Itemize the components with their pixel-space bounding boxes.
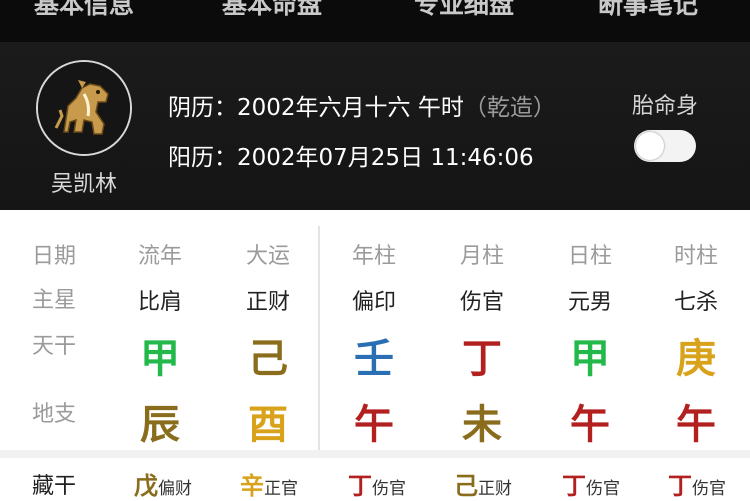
row-label-tiangan: 天干 xyxy=(31,334,76,359)
lunar-label: 阴历： xyxy=(168,95,237,121)
hidden-stem-cell: 戊偏财 xyxy=(118,466,208,501)
hidden-stem-cell: 己正财 xyxy=(438,466,528,501)
tab-basic-info[interactable]: 基本信息 xyxy=(34,0,134,22)
heavenly-stem[interactable]: 庚 xyxy=(664,326,728,384)
main-star: 伤官 xyxy=(459,290,504,315)
header-date: 日期 xyxy=(31,244,76,269)
earthly-branch[interactable]: 午 xyxy=(558,392,622,450)
main-star: 偏印 xyxy=(351,290,396,315)
row-label-main-star: 主星 xyxy=(31,288,76,313)
lunar-date: 阴历：2002年六月十六 午时（乾造） xyxy=(168,88,556,122)
hidden-stem-god: 正财 xyxy=(478,479,512,499)
taimingshen-toggle[interactable] xyxy=(634,130,696,162)
hidden-stem-god: 偏财 xyxy=(158,479,192,499)
hidden-stem: 辛 xyxy=(240,472,264,500)
gender-tag: （乾造） xyxy=(463,95,556,121)
toggle-label: 胎命身 xyxy=(632,94,699,119)
earthly-branch[interactable]: 未 xyxy=(450,392,514,450)
hidden-stem-god: 伤官 xyxy=(692,479,726,499)
hidden-stem-cell: 辛正官 xyxy=(224,466,314,501)
bazi-chart: 日期 流年 大运 年柱 月柱 日柱 时柱 主星 比肩 正财 偏印 伤官 元男 七… xyxy=(0,210,750,500)
header-year-pillar: 年柱 xyxy=(351,244,396,269)
row-label-canggan: 藏干 xyxy=(31,474,76,499)
hidden-stem-cell: 丁伤官 xyxy=(546,466,636,501)
section-divider xyxy=(0,450,750,458)
zodiac-horse-icon xyxy=(38,62,130,154)
hidden-stem: 己 xyxy=(454,472,478,500)
tab-notes[interactable]: 断事笔记 xyxy=(598,0,698,22)
top-tab-bar: 基本信息 基本命盘 专业细盘 断事笔记 xyxy=(0,0,750,42)
hidden-stem-cell: 丁伤官 xyxy=(332,466,422,501)
row-label-dizhi: 地支 xyxy=(31,402,76,427)
header-day-pillar: 日柱 xyxy=(567,244,612,269)
toggle-knob[interactable] xyxy=(636,132,664,160)
main-star: 元男 xyxy=(567,290,612,315)
tab-basic-chart[interactable]: 基本命盘 xyxy=(222,0,322,22)
main-star: 七杀 xyxy=(673,290,718,315)
earthly-branch[interactable]: 午 xyxy=(342,392,406,450)
profile-header: 吴凯林 阴历：2002年六月十六 午时（乾造） 阳历：2002年07月25日 1… xyxy=(0,42,750,210)
column-divider xyxy=(318,226,320,450)
solar-value: 2002年07月25日 11:46:06 xyxy=(237,145,534,171)
hidden-stem-cell: 丁伤官 xyxy=(652,466,742,501)
solar-label: 阳历： xyxy=(168,145,237,171)
solar-date: 阳历：2002年07月25日 11:46:06 xyxy=(168,138,534,172)
heavenly-stem[interactable]: 壬 xyxy=(342,326,406,384)
hidden-stem: 丁 xyxy=(562,472,586,500)
heavenly-stem[interactable]: 甲 xyxy=(558,326,622,384)
hidden-stem: 戊 xyxy=(134,472,158,500)
heavenly-stem[interactable]: 己 xyxy=(236,326,300,384)
main-star: 正财 xyxy=(245,290,290,315)
header-liunian: 流年 xyxy=(137,244,182,269)
earthly-branch[interactable]: 午 xyxy=(664,392,728,450)
header-month-pillar: 月柱 xyxy=(459,244,504,269)
earthly-branch[interactable]: 酉 xyxy=(236,392,300,450)
hidden-stem-god: 伤官 xyxy=(586,479,620,499)
hidden-stem-god: 正官 xyxy=(264,479,298,499)
heavenly-stem[interactable]: 甲 xyxy=(128,326,192,384)
user-name: 吴凯林 xyxy=(50,172,117,197)
hidden-stem: 丁 xyxy=(348,472,372,500)
hidden-stem: 丁 xyxy=(668,472,692,500)
lunar-value: 2002年六月十六 午时 xyxy=(237,95,464,121)
earthly-branch[interactable]: 辰 xyxy=(128,392,192,450)
avatar[interactable] xyxy=(36,60,132,156)
header-hour-pillar: 时柱 xyxy=(673,244,718,269)
hidden-stem-god: 伤官 xyxy=(372,479,406,499)
main-star: 比肩 xyxy=(137,290,182,315)
header-dayun: 大运 xyxy=(245,244,290,269)
tab-pro-chart[interactable]: 专业细盘 xyxy=(414,0,514,22)
heavenly-stem[interactable]: 丁 xyxy=(450,326,514,384)
